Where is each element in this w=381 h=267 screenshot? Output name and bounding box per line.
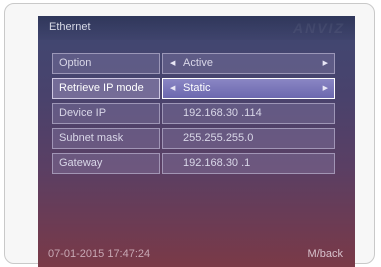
left-arrow-icon[interactable]: ◀ bbox=[170, 54, 175, 73]
retrieve-ip-mode-label: Retrieve IP mode bbox=[52, 78, 160, 99]
option-label: Option bbox=[52, 53, 160, 74]
right-arrow-icon[interactable]: ▶ bbox=[323, 54, 328, 73]
option-value-selector[interactable]: ◀ Active ▶ bbox=[162, 53, 335, 74]
gateway-field[interactable]: 192.168.30 .1 bbox=[162, 153, 335, 174]
device-ip-row[interactable]: Device IP 192.168.30 .114 bbox=[52, 103, 335, 124]
gateway-row[interactable]: Gateway 192.168.30 .1 bbox=[52, 153, 335, 174]
left-arrow-icon[interactable]: ◀ bbox=[170, 79, 175, 98]
retrieve-ip-mode-row[interactable]: Retrieve IP mode ◀ Static ▶ bbox=[52, 78, 335, 99]
back-hint[interactable]: M/back bbox=[308, 248, 343, 260]
device-screen: Ethernet ANVIZ Option ◀ Active ▶ Retriev… bbox=[38, 16, 355, 267]
brand-watermark: ANVIZ bbox=[293, 20, 345, 36]
option-value: Active bbox=[183, 57, 213, 69]
subnet-mask-field[interactable]: 255.255.255.0 bbox=[162, 128, 335, 149]
retrieve-ip-mode-value: Static bbox=[183, 82, 211, 94]
option-row[interactable]: Option ◀ Active ▶ bbox=[52, 53, 335, 74]
retrieve-ip-mode-selector[interactable]: ◀ Static ▶ bbox=[162, 78, 335, 99]
subnet-mask-label: Subnet mask bbox=[52, 128, 160, 149]
device-ip-label: Device IP bbox=[52, 103, 160, 124]
page-title: Ethernet bbox=[49, 21, 91, 33]
gateway-label: Gateway bbox=[52, 153, 160, 174]
device-ip-field[interactable]: 192.168.30 .114 bbox=[162, 103, 335, 124]
datetime-status: 07-01-2015 17:47:24 bbox=[48, 248, 151, 260]
right-arrow-icon[interactable]: ▶ bbox=[323, 79, 328, 98]
title-bar: Ethernet ANVIZ bbox=[38, 16, 355, 40]
subnet-mask-row[interactable]: Subnet mask 255.255.255.0 bbox=[52, 128, 335, 149]
